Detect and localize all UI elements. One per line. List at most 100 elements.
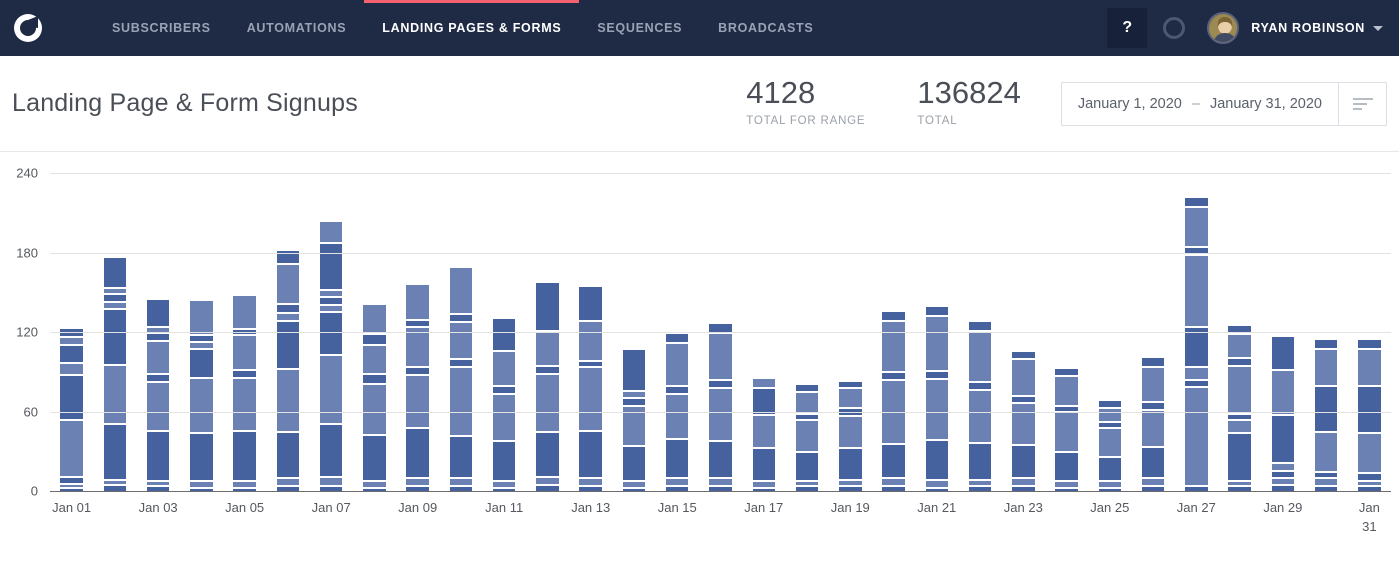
bar-segment [752,446,775,481]
bar-segment [839,446,862,479]
bar-jan-04[interactable] [190,301,213,492]
bar-jan-21[interactable] [925,306,949,492]
nav-item-automations[interactable]: AUTOMATIONS [229,0,365,56]
bar-segment [406,374,429,428]
bar-jan-27[interactable] [1185,197,1208,492]
x-axis-tick-24: Jan 25 [1090,500,1130,515]
bar-segment [925,378,949,440]
bar-segment [276,367,300,432]
bar-jan-02[interactable] [103,257,127,492]
bar-jan-17[interactable] [752,379,775,492]
bar-jan-07[interactable] [319,221,343,492]
bar-jan-25[interactable] [1098,400,1122,492]
bar-segment [1185,253,1208,327]
bar-jan-20[interactable] [882,311,905,492]
x-axis-tick-0: Jan 01 [52,500,92,515]
bar-segment [406,366,429,375]
bar-segment [1228,333,1251,357]
bar-jan-16[interactable] [709,323,732,492]
bar-jan-10[interactable] [449,268,473,492]
bar-segment [795,384,819,392]
bar-jan-26[interactable] [1141,358,1165,492]
bar-jan-28[interactable] [1228,326,1251,492]
bar-segment [709,323,732,332]
nav-item-landing-pages-and-forms[interactable]: LANDING PAGES & FORMS [364,0,580,56]
bar-segment [882,311,905,320]
bar-segment [103,286,127,294]
bar-segment [1228,412,1251,420]
bar-segment [1271,337,1295,369]
bar-jan-19[interactable] [839,382,862,492]
bar-jan-12[interactable] [536,282,559,492]
bar-segment [60,343,83,363]
bar-segment [579,477,602,486]
bar-jan-06[interactable] [276,250,300,492]
bar-segment [363,433,386,481]
bar-segment [925,370,949,379]
user-menu[interactable]: RYAN ROBINSON [1207,12,1399,44]
bar-segment [1185,366,1208,380]
date-range-separator: – [1191,95,1200,112]
x-axis-tick-14: Jan 15 [657,500,697,515]
bar-jan-31[interactable] [1358,339,1381,492]
bar-segment [882,319,905,372]
nav-item-subscribers[interactable]: SUBSCRIBERS [94,0,229,56]
bar-jan-05[interactable] [233,295,256,492]
bar-segment [146,339,170,373]
bar-segment [233,295,256,328]
bar-jan-29[interactable] [1271,337,1295,492]
bar-jan-24[interactable] [1055,368,1078,492]
bar-segment [276,262,300,303]
bar-jan-23[interactable] [1012,351,1035,492]
bar-segment [60,419,83,477]
convertkit-logo-icon[interactable] [0,0,56,56]
bar-segment [1185,197,1208,206]
bar-jan-03[interactable] [146,299,170,492]
user-name-label: RYAN ROBINSON [1251,21,1365,35]
bar-segment [363,372,386,384]
bar-segment [492,480,516,487]
chevron-down-icon [1373,25,1383,31]
x-axis-tick-28: Jan 29 [1263,500,1303,515]
bar-segment [319,354,343,424]
bar-segment [622,479,646,487]
bar-segment [492,384,516,393]
bar-segment [665,342,689,385]
bar-jan-13[interactable] [579,286,602,492]
bar-segment [1098,407,1122,421]
bar-segment [319,303,343,311]
stat-total-for-range: 4128 TOTAL FOR RANGE [746,75,865,127]
bar-jan-14[interactable] [622,350,646,492]
bar-segment [276,477,300,486]
bar-segment [1314,431,1338,471]
bar-jan-11[interactable] [492,318,516,492]
avatar [1207,12,1240,44]
bar-segment [276,311,300,320]
bar-segment [190,376,213,433]
nav-item-broadcasts[interactable]: BROADCASTS [700,0,831,56]
nav-item-sequences[interactable]: SEQUENCES [579,0,700,56]
stat-total-for-range-value: 4128 [746,75,816,111]
bar-segment [968,330,992,381]
bar-segment [925,439,949,479]
bar-segment [449,313,473,322]
bar-segment [752,379,775,388]
bar-jan-30[interactable] [1314,339,1338,492]
bar-jan-08[interactable] [363,305,386,492]
bar-jan-22[interactable] [968,322,992,492]
bar-segment [752,387,775,414]
help-button[interactable]: ? [1107,8,1148,48]
bar-segment [363,343,386,373]
circle-outline-icon[interactable] [1163,17,1186,39]
bar-jan-15[interactable] [665,334,689,492]
date-range-picker[interactable]: January 1, 2020 – January 31, 2020 [1060,81,1387,126]
filter-lines-icon[interactable] [1338,82,1386,125]
x-axis-tick-6: Jan 07 [311,500,351,515]
date-range-field[interactable]: January 1, 2020 – January 31, 2020 [1062,83,1338,125]
bar-jan-09[interactable] [406,285,429,492]
bar-jan-18[interactable] [795,384,819,492]
bar-segment [1141,358,1165,367]
bar-segment [925,306,949,315]
bar-segment [103,257,127,287]
x-axis-tick-18: Jan 19 [830,500,870,515]
